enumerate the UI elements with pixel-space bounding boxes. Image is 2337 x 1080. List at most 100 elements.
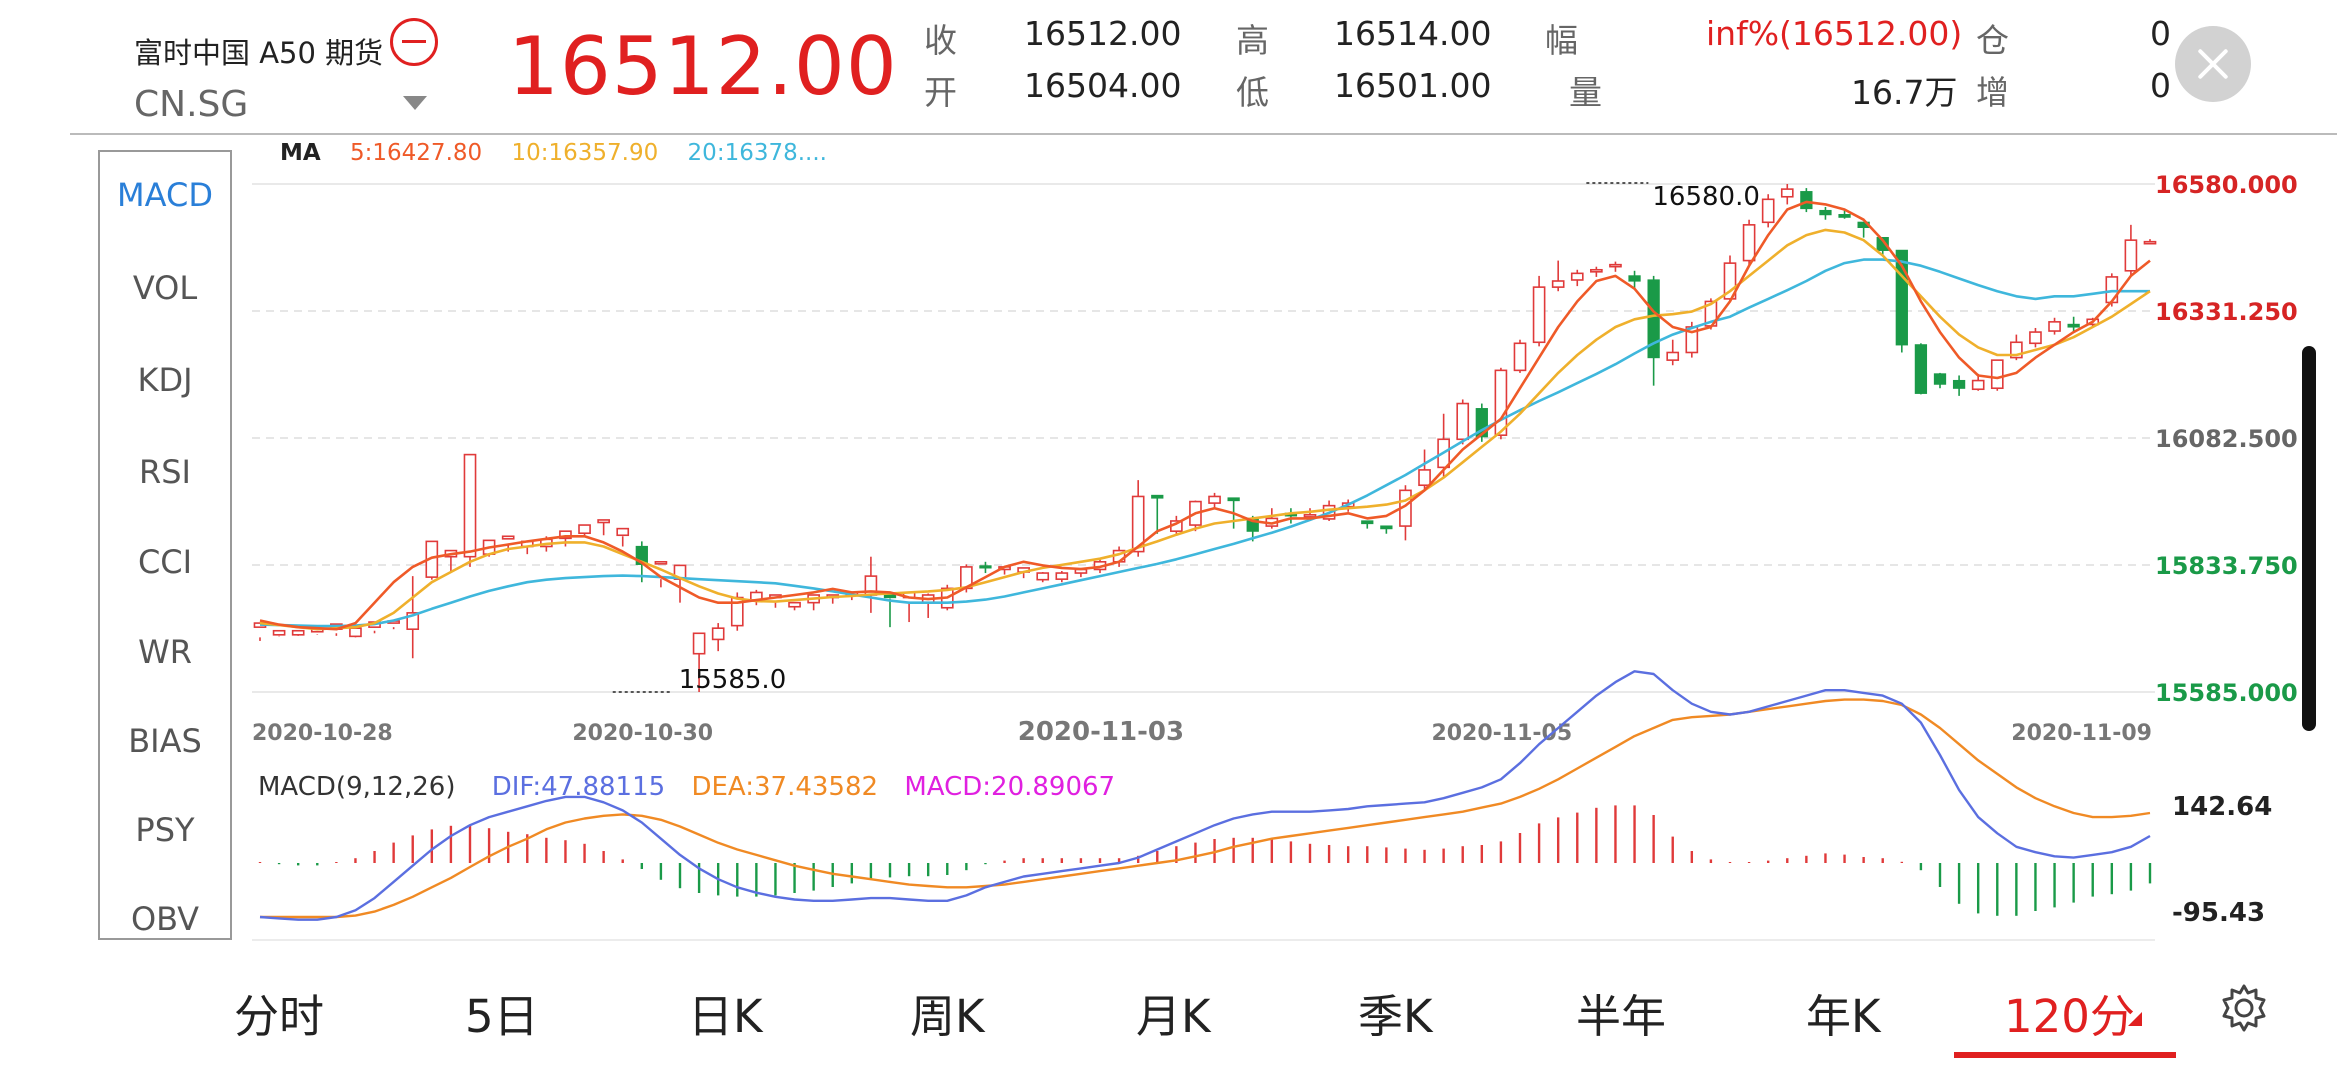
candle-body bbox=[1380, 525, 1393, 530]
candle-body bbox=[1742, 224, 1756, 262]
low-label: 低 bbox=[1236, 73, 1269, 112]
date-tick-label: 2020-11-09 bbox=[2011, 721, 2152, 746]
tab-quarterly-k[interactable]: 季K bbox=[1358, 980, 1433, 1045]
close-value: 16512.00 bbox=[1024, 14, 1182, 53]
date-tick-label: 2020-10-30 bbox=[572, 721, 713, 746]
high-label: 高 bbox=[1236, 21, 1269, 60]
candle-body bbox=[2067, 323, 2080, 328]
increase-label: 增 bbox=[1976, 73, 2009, 112]
candle-body bbox=[2143, 240, 2157, 245]
candle-body bbox=[1570, 272, 1584, 281]
candle-body bbox=[616, 527, 630, 537]
date-tick-label: 2020-11-03 bbox=[1018, 717, 1184, 747]
candle-body bbox=[1456, 402, 1470, 441]
indicator-kdj[interactable]: KDJ bbox=[98, 361, 232, 399]
open-value: 16504.00 bbox=[1024, 66, 1182, 105]
tab-120min[interactable]: 120分 bbox=[2004, 980, 2135, 1045]
candle-body bbox=[463, 453, 477, 558]
indicator-psy[interactable]: PSY bbox=[98, 811, 232, 849]
date-axis: 2020-10-28 2020-10-30 2020-11-03 2020-11-05… bbox=[252, 717, 2152, 747]
gear-icon[interactable] bbox=[2218, 982, 2270, 1034]
caret-down-icon[interactable] bbox=[403, 96, 427, 110]
candle-body bbox=[1151, 494, 1164, 499]
tab-half-year[interactable]: 半年 bbox=[1576, 980, 1666, 1045]
tab-yearly-k[interactable]: 年K bbox=[1806, 980, 1881, 1045]
price-axis: 16580.000 16331.250 16082.500 15833.750 1558… bbox=[2155, 171, 2298, 707]
candle-body bbox=[1361, 520, 1374, 525]
candle-body bbox=[1055, 572, 1069, 580]
indicator-wr[interactable]: WR bbox=[98, 633, 232, 671]
dea-line bbox=[260, 698, 2151, 919]
candle-body bbox=[1036, 572, 1050, 581]
candle-body bbox=[1494, 369, 1508, 436]
candle-body bbox=[979, 565, 992, 569]
minus-circle-icon[interactable] bbox=[390, 18, 438, 66]
tab-weekly-k[interactable]: 周K bbox=[910, 980, 985, 1045]
volume-value: 16.7万 bbox=[1851, 73, 1958, 112]
candle-body bbox=[349, 627, 362, 638]
price-tick-label: 15833.750 bbox=[2155, 552, 2298, 580]
candle-body bbox=[692, 632, 706, 655]
volume-label: 量 bbox=[1569, 73, 1602, 112]
ma-legend: MA 5:16427.80 10:16357.90 20:16378.... bbox=[280, 140, 827, 166]
ma20-legend: 20:16378.... bbox=[687, 140, 827, 166]
increase-value: 0 bbox=[2150, 66, 2171, 105]
candle-body bbox=[1513, 342, 1527, 372]
macd-value-legend: MACD:20.89067 bbox=[904, 772, 1116, 802]
candle-body bbox=[1990, 359, 2004, 390]
ma5-legend: 5:16427.80 bbox=[350, 140, 483, 166]
close-label: 收 bbox=[924, 21, 957, 60]
kline-chart[interactable]: 16580.0 15585.0 16580.000 16331.250 16082.5… bbox=[245, 135, 2305, 945]
change-label: 幅 bbox=[1545, 21, 1578, 60]
indicator-cci[interactable]: CCI bbox=[98, 543, 232, 581]
last-price: 16512.00 bbox=[508, 20, 898, 113]
macd-params: MACD(9,12,26) bbox=[258, 772, 456, 802]
candle-body bbox=[1838, 214, 1851, 218]
candle-body bbox=[2124, 239, 2138, 272]
candle-body bbox=[788, 601, 801, 608]
change-value: inf%(16512.00) bbox=[1706, 14, 1963, 53]
symbol-selector[interactable]: CN.SG bbox=[134, 84, 248, 125]
ma10-legend: 10:16357.90 bbox=[511, 140, 659, 166]
indicator-vol[interactable]: VOL bbox=[98, 269, 232, 307]
ma10-line bbox=[259, 228, 2151, 631]
candle-body bbox=[1933, 373, 1947, 385]
candle-body bbox=[272, 629, 286, 636]
candle-body bbox=[1609, 263, 1622, 268]
candle-body bbox=[1590, 268, 1603, 273]
period-menu-triangle-icon bbox=[2128, 1012, 2142, 1026]
price-tick-label: 16580.000 bbox=[2155, 171, 2298, 199]
price-tick-label: 16331.250 bbox=[2155, 298, 2298, 326]
scrollbar[interactable] bbox=[2302, 346, 2316, 731]
candle-body bbox=[1780, 188, 1794, 198]
ma-legend-title: MA bbox=[280, 140, 321, 166]
candle-body bbox=[1418, 469, 1431, 487]
tab-5day[interactable]: 5日 bbox=[465, 980, 539, 1045]
tab-intraday[interactable]: 分时 bbox=[234, 980, 324, 1045]
tab-daily-k[interactable]: 日K bbox=[688, 980, 763, 1045]
candle-body bbox=[1628, 275, 1641, 282]
price-tick-label: 15585.000 bbox=[2155, 679, 2298, 707]
candle-body bbox=[1303, 514, 1317, 518]
indicator-obv[interactable]: OBV bbox=[98, 900, 232, 938]
macd-tick-label: 142.64 bbox=[2172, 792, 2272, 822]
indicator-bias[interactable]: BIAS bbox=[98, 722, 232, 760]
position-label: 仓 bbox=[1976, 21, 2009, 60]
candle-body bbox=[1551, 280, 1565, 288]
max-price-label: 16580.0 bbox=[1652, 182, 1760, 212]
open-label: 开 bbox=[924, 73, 957, 112]
close-icon[interactable] bbox=[2175, 26, 2251, 102]
candle-body bbox=[711, 627, 725, 641]
candle-body bbox=[654, 561, 668, 565]
candle-body bbox=[1761, 198, 1775, 224]
candle-body bbox=[1819, 209, 1832, 216]
tab-monthly-k[interactable]: 月K bbox=[1136, 980, 1211, 1045]
candle-body bbox=[1208, 495, 1221, 504]
candle-body bbox=[291, 629, 305, 636]
candle-body bbox=[1952, 379, 1966, 389]
indicator-rsi[interactable]: RSI bbox=[98, 453, 232, 491]
candle-body bbox=[2105, 276, 2119, 304]
ma20-line bbox=[259, 258, 2150, 628]
indicator-macd[interactable]: MACD bbox=[98, 176, 232, 214]
instrument-title: 富时中国 A50 期货 bbox=[134, 36, 384, 70]
